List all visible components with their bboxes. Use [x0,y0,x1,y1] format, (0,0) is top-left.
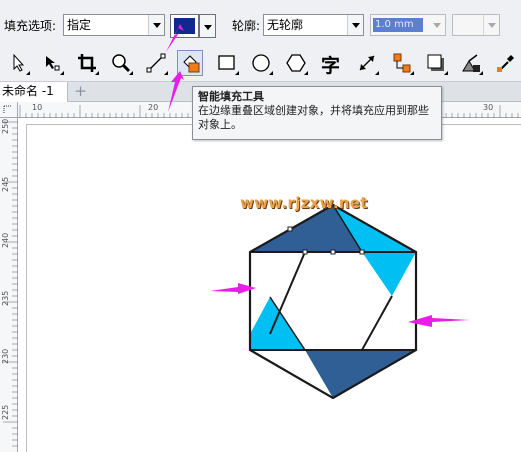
tooltip-title: 智能填充工具 [198,90,264,103]
smart-fill-tooltip: 智能填充工具 在边缘重叠区域创建对象，并将填充应用到那些对象上。 [192,86,442,140]
watermark-text: www.rjzxw.net [240,194,368,212]
drawing-canvas[interactable] [0,0,521,452]
tooltip-description: 在边缘重叠区域创建对象，并将填充应用到那些对象上。 [198,104,429,131]
